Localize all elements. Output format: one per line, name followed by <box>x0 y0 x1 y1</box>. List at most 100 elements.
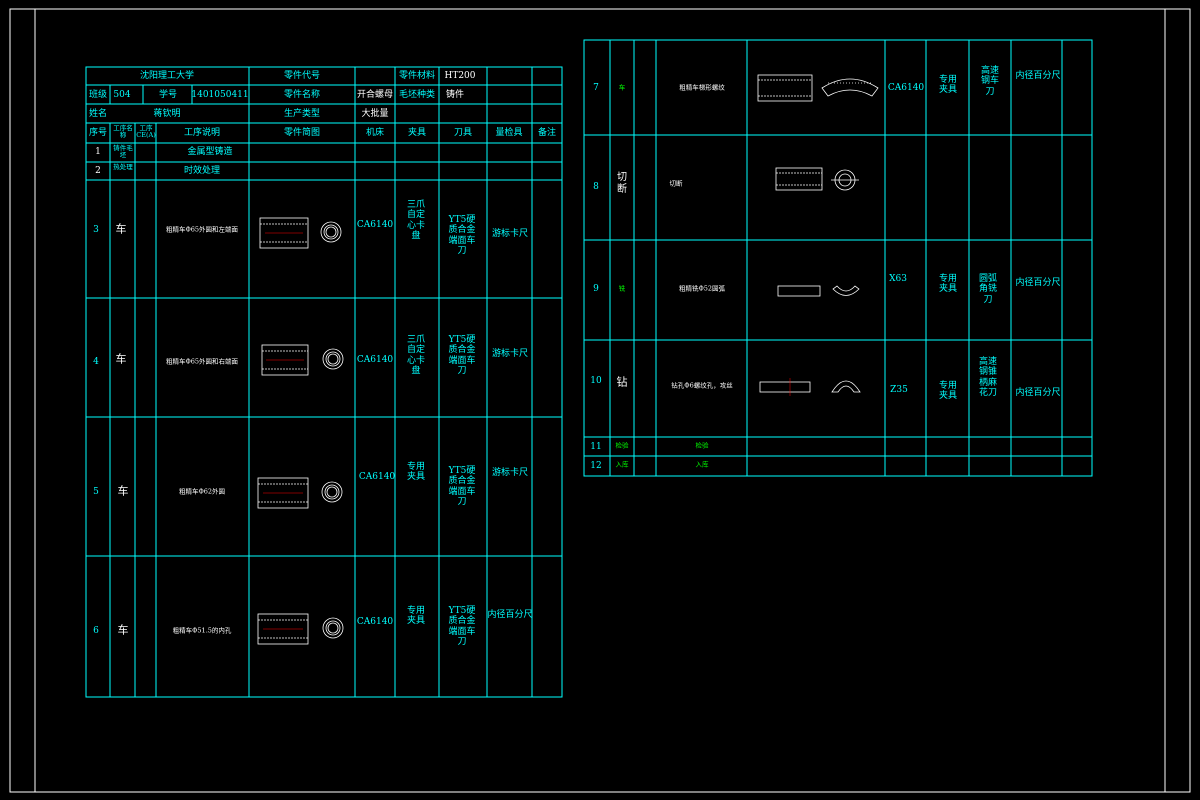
part-name-label: 零件名称 <box>283 89 321 100</box>
sketch-row-10 <box>759 378 861 396</box>
sketch-row-5 <box>257 477 343 509</box>
blank-type-value: 铸件 <box>445 89 465 100</box>
production-type-value: 大批量 <box>361 108 389 119</box>
row-machine: CA6140 <box>356 354 394 365</box>
row-op: 车 <box>618 83 626 92</box>
row-op: 铣 <box>618 284 626 293</box>
row-desc: 钻孔Φ6螺纹孔，攻丝 <box>671 381 733 390</box>
row-machine: CA6140 <box>887 82 925 93</box>
drawing-canvas <box>9 8 1191 793</box>
row-seq: 7 <box>593 82 599 93</box>
row-desc: 粗精车Φ51.5的内孔 <box>172 626 232 635</box>
name-value: 蒋钦明 <box>153 108 181 119</box>
row-tool: 高速钢锥柄麻花刀 <box>978 357 997 399</box>
row-desc: 粗精车Φ62外圆 <box>178 487 226 496</box>
left-process-table-grid <box>85 66 563 698</box>
sketch-row-7 <box>757 74 879 102</box>
row-tool: YT5硬质合金端面车刀 <box>448 215 476 257</box>
row-seq: 9 <box>593 283 599 294</box>
row-seq: 2 <box>95 165 101 176</box>
col-sketch: 零件简图 <box>283 127 321 138</box>
row-op: 车 <box>115 222 127 236</box>
sketch-row-8 <box>775 167 859 191</box>
row-desc: 入库 <box>695 460 709 469</box>
row-machine: CA6140 <box>356 616 394 627</box>
row-desc: 粗精铣Φ52圆弧 <box>678 284 726 293</box>
row-tool: 高速钢车刀 <box>980 66 999 97</box>
row-op: 入库 <box>615 460 629 469</box>
sketch-row-4 <box>261 344 344 376</box>
row-seq: 6 <box>93 625 99 636</box>
row-desc: 时效处理 <box>183 165 221 176</box>
col-seq: 序号 <box>88 127 108 138</box>
row-op: 车 <box>117 484 129 498</box>
row-fixture: 专用夹具 <box>406 462 425 483</box>
col-proc-name: 工序名称 <box>113 124 133 140</box>
row-gauge: 内径百分尺 <box>1015 387 1061 398</box>
row-desc: 切断 <box>669 179 683 188</box>
part-material-value: HT200 <box>444 70 476 81</box>
part-code-label: 零件代号 <box>283 70 321 81</box>
row-seq: 12 <box>590 460 602 471</box>
class-value: 504 <box>113 89 131 100</box>
row-seq: 5 <box>93 486 99 497</box>
part-name-value: 开合螺母 <box>356 89 394 100</box>
row-tool: YT5硬质合金端面车刀 <box>448 466 476 508</box>
row-gauge: 内径百分尺 <box>1015 277 1061 288</box>
row-seq: 11 <box>590 441 602 452</box>
row-gauge: 游标卡尺 <box>491 348 529 359</box>
row-seq: 10 <box>590 375 602 386</box>
row-machine: CA6140 <box>356 219 394 230</box>
col-gauge: 量检具 <box>495 127 523 138</box>
row-op: 车 <box>115 352 127 366</box>
row-op: 车 <box>117 623 129 637</box>
school-name: 沈阳理工大学 <box>139 70 195 81</box>
name-label: 姓名 <box>88 108 108 119</box>
row-desc: 粗精车梯形螺纹 <box>679 83 725 92</box>
row-op: 检验 <box>615 441 629 450</box>
row-tool: 圆弧角铣刀 <box>978 274 997 305</box>
row-op: 切断 <box>617 172 627 195</box>
row-seq: 4 <box>93 356 99 367</box>
sketch-row-3 <box>259 217 342 249</box>
student-id-label: 学号 <box>158 89 178 100</box>
row-gauge: 内径百分尺 <box>1015 70 1061 81</box>
sketch-row-9 <box>777 285 860 297</box>
row-gauge: 游标卡尺 <box>491 228 529 239</box>
production-type-label: 生产类型 <box>283 108 321 119</box>
row-fixture: 三爪自定心卡盘 <box>406 200 425 242</box>
row-machine: X63 <box>889 273 907 284</box>
col-fixture: 夹具 <box>407 127 427 138</box>
col-proc-content: 工序 CE(A) <box>136 124 156 140</box>
class-label: 班级 <box>88 89 108 100</box>
row-seq: 1 <box>95 146 101 157</box>
row-desc: 粗精车Φ65外圆和左端面 <box>165 225 239 234</box>
row-tool: YT5硬质合金端面车刀 <box>448 606 476 648</box>
row-machine: CA6140 <box>358 471 396 482</box>
sketch-row-6 <box>257 613 344 645</box>
row-fixture: 专用夹具 <box>938 274 957 295</box>
col-proc-desc: 工序说明 <box>183 127 221 138</box>
row-fixture: 专用夹具 <box>406 606 425 627</box>
row-op: 钻 <box>616 375 628 389</box>
row-desc: 检验 <box>695 441 709 450</box>
inner-border <box>34 8 1166 793</box>
col-machine: 机床 <box>365 127 385 138</box>
row-fixture: 专用夹具 <box>938 75 957 96</box>
student-id-value: 1401050411 <box>191 89 249 100</box>
col-note: 备注 <box>537 127 557 138</box>
row-gauge: 游标卡尺 <box>491 467 529 478</box>
row-op: 热处理 <box>113 163 133 171</box>
row-desc: 金属型铸造 <box>187 146 233 157</box>
row-gauge: 内径百分尺 <box>487 609 533 620</box>
row-fixture: 专用夹具 <box>938 381 957 402</box>
outer-border <box>9 8 1191 793</box>
col-tool: 刀具 <box>453 127 473 138</box>
blank-type-label: 毛坯种类 <box>398 89 436 100</box>
right-process-table-grid <box>583 39 1093 477</box>
row-seq: 8 <box>593 181 599 192</box>
row-machine: Z35 <box>890 384 908 395</box>
part-material-label: 零件材料 <box>398 70 436 81</box>
row-fixture: 三爪自定心卡盘 <box>406 335 425 377</box>
row-desc: 粗精车Φ65外圆和右端面 <box>165 357 239 366</box>
